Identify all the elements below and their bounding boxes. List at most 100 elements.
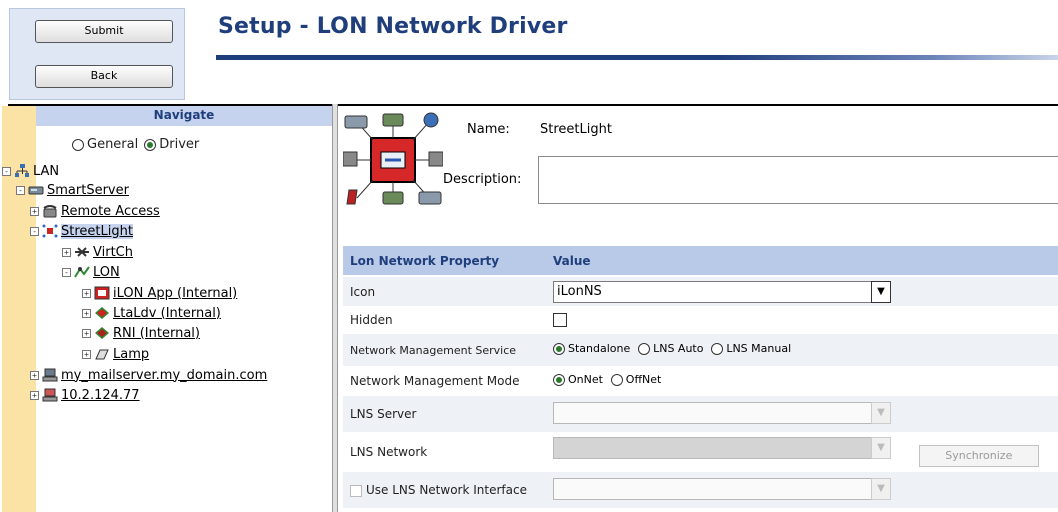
tree-label-lon[interactable]: LON: [93, 265, 120, 280]
collapse-icon[interactable]: -: [62, 267, 71, 277]
tree-node-lon[interactable]: - LON: [62, 263, 120, 281]
standalone-option: Standalone: [553, 342, 630, 355]
network-icon: [15, 164, 29, 177]
lns-manual-radio[interactable]: [711, 342, 724, 355]
property-row-lns-server: LNS Server ▼: [343, 396, 1058, 432]
property-value-lns-server: ▼: [546, 396, 1058, 432]
tree-label-ltaldv[interactable]: LtaLdv (Internal): [113, 306, 221, 321]
property-row-use-lns-iface: Use LNS Network Interface ▼: [343, 472, 1058, 508]
property-label-nm-mode: Network Management Mode: [343, 366, 546, 396]
tree-label-lan: LAN: [33, 163, 60, 179]
device-icon: [95, 307, 109, 319]
submit-button[interactable]: Submit: [35, 20, 173, 43]
page-title: Setup - LON Network Driver: [218, 14, 568, 39]
property-row-icon: Icon iLonNS ▼: [343, 275, 1058, 306]
expand-icon[interactable]: +: [82, 308, 91, 318]
title-divider: [216, 55, 1058, 60]
lns-server-select[interactable]: ▼: [553, 401, 891, 424]
tree-node-lamp[interactable]: + Lamp: [82, 345, 149, 363]
tree-node-ilon-app[interactable]: + iLON App (Internal): [82, 284, 237, 302]
lon-network-property-table: Lon Network Property Value Icon iLonNS ▼…: [343, 246, 1058, 508]
lamp-icon: [95, 349, 109, 360]
property-label-nm-service: Network Management Service: [343, 334, 546, 366]
standalone-label[interactable]: Standalone: [568, 342, 630, 355]
tree-label-rni[interactable]: RNI (Internal): [113, 326, 200, 341]
lon-channel-icon: [74, 266, 90, 278]
virtual-channel-icon: [75, 247, 89, 257]
mail-server-icon: [42, 368, 58, 382]
standalone-radio[interactable]: [553, 342, 565, 355]
nav-mode-radio-group: General Driver: [72, 137, 205, 152]
lon-network-icon: [42, 224, 58, 238]
offnet-option: OffNet: [610, 373, 662, 386]
onnet-label[interactable]: OnNet: [568, 373, 603, 386]
tree-node-lan[interactable]: - LAN: [2, 162, 59, 180]
expand-icon[interactable]: +: [82, 349, 91, 359]
property-row-nm-service: Network Management Service Standalone LN…: [343, 334, 1058, 366]
expand-icon[interactable]: +: [30, 390, 39, 400]
tree-node-virtch[interactable]: + VirtCh: [62, 243, 133, 261]
lns-network-select[interactable]: ▼: [553, 437, 891, 460]
driver-radio-label[interactable]: Driver: [159, 137, 199, 152]
icon-select[interactable]: iLonNS ▼: [553, 280, 891, 303]
tree-label-virtch[interactable]: VirtCh: [93, 245, 133, 260]
offnet-label[interactable]: OffNet: [626, 373, 662, 386]
property-value-nm-service: Standalone LNS Auto LNS Manual: [546, 334, 1058, 366]
description-field[interactable]: [538, 156, 1058, 204]
action-button-panel: Submit Back: [9, 8, 185, 100]
property-label-lns-server: LNS Server: [343, 396, 546, 432]
tree-node-mailserver[interactable]: + my_mailserver.my_domain.com: [30, 366, 267, 384]
back-button[interactable]: Back: [35, 65, 173, 88]
tree-node-ltaldv[interactable]: + LtaLdv (Internal): [82, 304, 221, 322]
tree-node-remote-server[interactable]: + 10.2.124.77: [30, 386, 140, 404]
collapse-icon[interactable]: -: [2, 166, 11, 176]
tree-node-streetlight[interactable]: - StreetLight: [30, 222, 133, 240]
tree-node-smartserver[interactable]: - SmartServer: [16, 181, 129, 199]
driver-radio[interactable]: [144, 138, 157, 151]
dropdown-arrow-icon[interactable]: ▼: [871, 280, 891, 303]
tree-label-streetlight[interactable]: StreetLight: [61, 223, 133, 239]
expand-icon[interactable]: +: [30, 370, 39, 380]
expand-icon[interactable]: +: [62, 247, 71, 257]
app-icon: [94, 286, 110, 300]
use-lns-interface-checkbox[interactable]: [350, 484, 362, 497]
expand-icon[interactable]: +: [82, 288, 91, 298]
hidden-checkbox[interactable]: [553, 313, 567, 328]
collapse-icon[interactable]: -: [16, 185, 25, 195]
general-radio[interactable]: [72, 138, 84, 151]
tree-label-lamp[interactable]: Lamp: [113, 347, 149, 362]
lns-manual-label[interactable]: LNS Manual: [726, 342, 791, 355]
property-label-lns-network: LNS Network: [343, 432, 546, 472]
synchronize-button[interactable]: Synchronize: [918, 444, 1039, 467]
icon-select-value: iLonNS: [557, 283, 602, 299]
onnet-radio[interactable]: [553, 373, 565, 386]
property-value-lns-network: ▼ Synchronize: [546, 432, 1058, 472]
name-label: Name:: [467, 122, 510, 137]
remote-server-icon: [42, 388, 58, 402]
general-radio-label[interactable]: General: [87, 137, 138, 152]
tree-label-ilon-app[interactable]: iLON App (Internal): [113, 286, 237, 301]
lns-interface-select[interactable]: ▼: [553, 477, 891, 500]
dropdown-arrow-icon[interactable]: ▼: [871, 477, 891, 500]
property-value-nm-mode: OnNet OffNet: [546, 366, 1058, 396]
lns-auto-radio[interactable]: [638, 342, 651, 355]
expand-icon[interactable]: +: [30, 206, 39, 216]
tree-label-remote-server[interactable]: 10.2.124.77: [61, 388, 140, 403]
dropdown-arrow-icon[interactable]: ▼: [871, 401, 891, 424]
expand-icon[interactable]: +: [82, 328, 91, 338]
server-icon: [28, 186, 44, 195]
dropdown-arrow-icon[interactable]: ▼: [871, 437, 891, 460]
property-value-use-lns-iface: ▼: [546, 472, 1058, 508]
property-value-icon: iLonNS ▼: [546, 275, 1058, 306]
lns-auto-option: LNS Auto: [638, 342, 703, 355]
collapse-icon[interactable]: -: [30, 226, 39, 236]
tree-node-rni[interactable]: + RNI (Internal): [82, 324, 200, 342]
tree-label-remote-access[interactable]: Remote Access: [61, 204, 160, 219]
lns-manual-option: LNS Manual: [711, 342, 791, 355]
offnet-radio[interactable]: [610, 373, 623, 386]
tree-label-smartserver[interactable]: SmartServer: [47, 183, 129, 198]
tree-node-remote-access[interactable]: + Remote Access: [30, 202, 160, 220]
property-label-use-lns-iface: Use LNS Network Interface: [366, 483, 527, 497]
lns-auto-label[interactable]: LNS Auto: [653, 342, 703, 355]
tree-label-mailserver[interactable]: my_mailserver.my_domain.com: [61, 368, 267, 383]
